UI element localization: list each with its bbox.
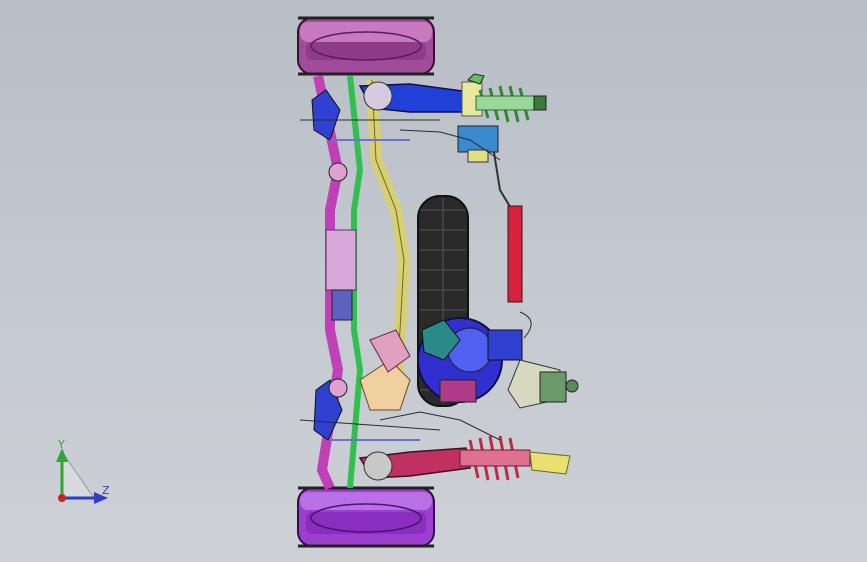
bottom-wheel[interactable] <box>297 486 435 548</box>
lower-suspension[interactable] <box>358 435 571 481</box>
z-axis-label: Z <box>102 484 110 497</box>
top-wheel[interactable] <box>297 16 435 76</box>
y-axis-label: Y <box>58 438 65 451</box>
graphics-viewport[interactable]: Y Z <box>0 0 867 562</box>
assembly-model[interactable] <box>0 0 867 562</box>
orientation-triad: Y Z <box>52 438 122 510</box>
origin-dot <box>58 494 66 502</box>
upper-suspension[interactable] <box>358 73 547 123</box>
